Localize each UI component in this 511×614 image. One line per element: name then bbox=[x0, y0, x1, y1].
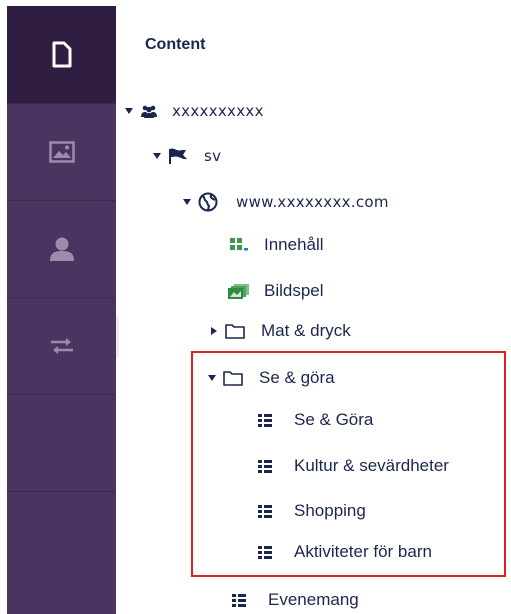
tree-node-site[interactable]: www.xxxxxxxx.com bbox=[182, 192, 389, 212]
tree-node-bildspel[interactable]: Bildspel bbox=[228, 281, 324, 301]
tree-node-root[interactable]: xxxxxxxxxx bbox=[124, 101, 264, 121]
tree-node-evenemang[interactable]: Evenemang bbox=[232, 590, 359, 610]
user-icon bbox=[49, 237, 74, 261]
flag-icon bbox=[168, 147, 188, 165]
caret-down-icon[interactable] bbox=[152, 151, 162, 161]
tree-node-label: Bildspel bbox=[264, 281, 324, 300]
sidebar-content-button[interactable] bbox=[7, 6, 116, 104]
section-sidebar bbox=[7, 6, 116, 614]
sidebar-empty-section bbox=[7, 394, 116, 492]
list-icon bbox=[232, 593, 246, 607]
arrows-icon bbox=[50, 337, 73, 354]
tree-node-language[interactable]: sv bbox=[152, 146, 221, 166]
sidebar-divider bbox=[116, 316, 119, 358]
tree-node-label: Evenemang bbox=[268, 590, 359, 609]
highlight-box bbox=[191, 351, 506, 577]
tree-node-label: Mat & dryck bbox=[261, 321, 351, 340]
blocks-icon bbox=[230, 236, 250, 254]
folder-icon bbox=[225, 323, 245, 339]
image-icon bbox=[48, 140, 75, 163]
tree-node-mat-dryck[interactable]: Mat & dryck bbox=[209, 321, 351, 341]
sidebar-media-button[interactable] bbox=[7, 103, 116, 201]
tree-node-label: Innehåll bbox=[264, 235, 324, 254]
tree-node-innehall[interactable]: Innehåll bbox=[230, 235, 324, 255]
tree-node-label: xxxxxxxxxx bbox=[172, 102, 264, 120]
tree-node-label: sv bbox=[204, 147, 222, 165]
sidebar-members-button[interactable] bbox=[7, 200, 116, 298]
document-icon bbox=[52, 41, 71, 68]
page-title: Content bbox=[145, 36, 206, 53]
users-icon bbox=[140, 104, 158, 118]
tree-node-label: www.xxxxxxxx.com bbox=[236, 193, 389, 211]
caret-right-icon[interactable] bbox=[209, 326, 219, 336]
caret-down-icon[interactable] bbox=[124, 106, 134, 116]
sidebar-translation-button[interactable] bbox=[7, 297, 116, 395]
globe-icon bbox=[198, 192, 218, 212]
caret-down-icon[interactable] bbox=[182, 197, 192, 207]
slideshow-icon bbox=[228, 282, 250, 300]
